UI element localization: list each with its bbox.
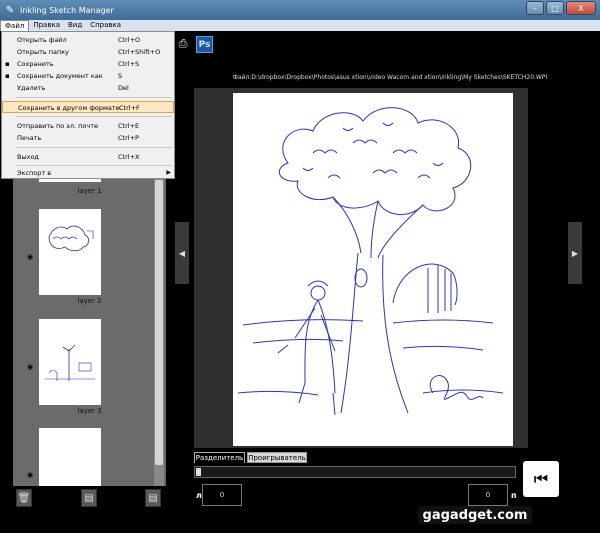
menu-item-save-as[interactable]: ▪ Сохранить документ как S [2, 70, 174, 82]
scrollbar-thumb[interactable] [155, 180, 163, 465]
layer-label: layer 1 [77, 187, 102, 195]
submenu-arrow-icon: ▶ [166, 169, 171, 176]
layers-scrollbar[interactable] [154, 168, 164, 486]
layers-panel: layer 1 ◉ layer 2 ◉ layer 3 ◉ [13, 168, 166, 486]
left-marker-label: л [196, 491, 202, 500]
menu-file[interactable]: Файл [0, 20, 30, 31]
menu-item-exit[interactable]: Выход Ctrl+X [2, 151, 174, 163]
menu-separator [16, 116, 172, 117]
trash-icon[interactable]: 🗑 [16, 489, 32, 507]
layer-3-sketch [45, 344, 95, 381]
tab-splitter[interactable]: Разделитель [194, 452, 245, 463]
right-marker-value[interactable]: 0 [468, 484, 508, 506]
title-bar: ✎ Inkling Sketch Manager – □ X [0, 0, 600, 20]
right-marker-label: п [511, 491, 517, 500]
menu-view[interactable]: Вид [64, 20, 86, 31]
slider-handle[interactable] [196, 468, 201, 476]
menu-item-save[interactable]: ▪ Сохранить Ctrl+S [2, 58, 174, 70]
menu-item-open-file[interactable]: Открыть файл Ctrl+O [2, 34, 174, 46]
sketch-drawing [237, 107, 504, 416]
menu-item-save-other-format[interactable]: Сохранить в другом формате Ctrl+F [2, 101, 174, 113]
menu-separator [16, 97, 172, 98]
file-menu-dropdown: Открыть файл Ctrl+O Открыть папку Ctrl+S… [1, 31, 175, 179]
layer-label: layer 2 [77, 297, 102, 305]
menu-bar: Файл Правка Вид Справка [0, 20, 600, 31]
layer-thumbnail[interactable] [39, 428, 101, 486]
menu-item-delete[interactable]: Удалить Del [2, 82, 174, 94]
eye-icon[interactable]: ◉ [27, 364, 37, 371]
layer-label: layer 3 [77, 407, 102, 415]
menu-help[interactable]: Справка [86, 20, 125, 31]
photoshop-export-button[interactable]: Ps [196, 36, 213, 53]
menu-separator [16, 147, 172, 148]
menu-item-print[interactable]: Печать Ctrl+P [2, 132, 174, 144]
sketch-canvas[interactable] [233, 93, 513, 446]
skip-back-icon: ⏮ [533, 469, 549, 488]
pen-icon: ✎ [5, 4, 15, 16]
layer-thumbnail[interactable] [39, 209, 101, 295]
file-path: Файл:D:\dropbox\Dropbox\Photos\asus xtio… [232, 74, 548, 81]
menu-item-email[interactable]: Отправить по эл. почте Ctrl+E [2, 120, 174, 132]
menu-item-open-folder[interactable]: Открыть папку Ctrl+Shift+O [2, 46, 174, 58]
window-title: Inkling Sketch Manager [20, 5, 114, 15]
rewind-button[interactable]: ⏮ [523, 461, 559, 497]
menu-item-export[interactable]: Экспорт в ▶ [2, 167, 174, 179]
tab-player[interactable]: Проигрыватель [247, 452, 307, 463]
export-icon[interactable]: ⎙ [175, 36, 191, 52]
minimize-button[interactable]: – [526, 1, 544, 15]
menu-separator [16, 165, 172, 166]
save-as-icon: ▪ [5, 72, 10, 80]
next-sketch-button[interactable]: ▶ [568, 222, 582, 284]
layer-2-sketch [48, 225, 94, 252]
maximize-button[interactable]: □ [546, 1, 564, 15]
new-layer-icon[interactable]: ▤ [81, 489, 97, 507]
close-button[interactable]: X [566, 1, 596, 15]
timeline-slider[interactable] [194, 466, 516, 478]
save-icon: ▪ [5, 60, 10, 68]
menu-edit[interactable]: Правка [29, 20, 64, 31]
eye-icon[interactable]: ◉ [27, 254, 37, 261]
duplicate-layer-icon[interactable]: ▤ [145, 489, 161, 507]
eye-icon[interactable]: ◉ [27, 472, 37, 479]
window-controls: – □ X [526, 1, 596, 15]
left-marker-value[interactable]: 0 [202, 484, 242, 506]
watermark: gagadget.com [418, 506, 532, 524]
previous-sketch-button[interactable]: ◀ [175, 222, 189, 284]
layer-thumbnail[interactable] [39, 319, 101, 405]
